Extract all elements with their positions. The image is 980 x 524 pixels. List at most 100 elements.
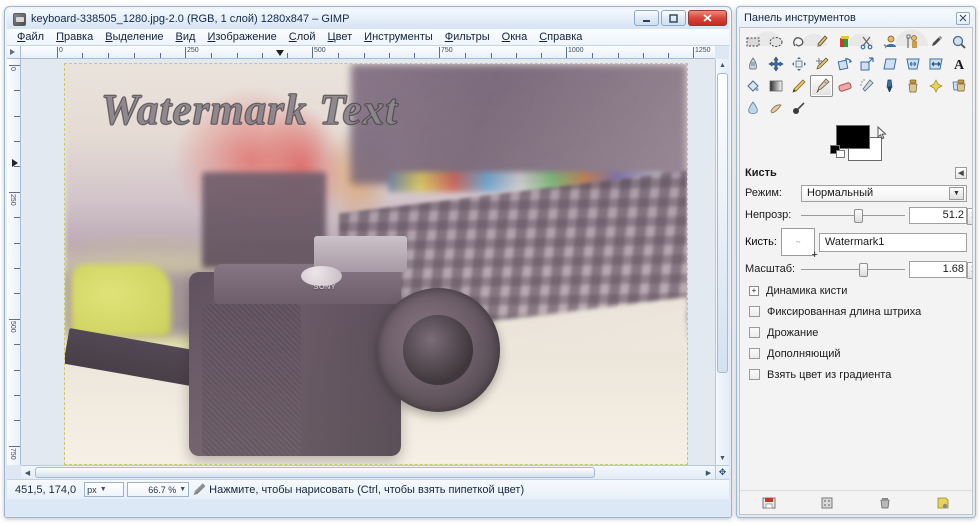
tool-pencil[interactable] xyxy=(788,75,811,97)
tool-rotate[interactable] xyxy=(833,53,856,75)
window-titlebar[interactable]: keyboard-338505_1280.jpg-2.0 (RGB, 1 сло… xyxy=(7,9,729,29)
menu-item-view[interactable]: Вид xyxy=(170,30,202,44)
chevron-down-icon[interactable]: ▼ xyxy=(949,186,964,200)
mode-select[interactable]: Нормальный ▼ xyxy=(801,184,967,202)
tool-ellipse-select[interactable] xyxy=(765,31,788,53)
tool-blur-sharpen[interactable] xyxy=(742,97,765,119)
incremental-row[interactable]: Дополняющий xyxy=(745,343,967,364)
scroll-right-icon[interactable]: ▶ xyxy=(702,466,715,479)
tool-smudge[interactable] xyxy=(765,97,788,119)
menu-item-layer[interactable]: Слой xyxy=(283,30,322,44)
brush-preview-button[interactable]: ~ + xyxy=(780,228,818,261)
tool-measure[interactable] xyxy=(742,53,765,75)
swap-colors-icon[interactable] xyxy=(836,150,845,158)
checkbox-icon[interactable] xyxy=(749,369,760,380)
menu-item-file[interactable]: Файл xyxy=(11,30,50,44)
tool-scale[interactable] xyxy=(856,53,879,75)
close-button[interactable] xyxy=(688,10,727,26)
scale-spinner[interactable]: 1.68 ▲▼ xyxy=(909,260,972,279)
tool-airbrush[interactable] xyxy=(856,75,879,97)
brush-dynamics-label: Динамика кисти xyxy=(766,284,848,297)
tool-alignment[interactable] xyxy=(788,53,811,75)
expander-icon[interactable]: + xyxy=(749,285,759,296)
save-tool-options-icon[interactable] xyxy=(760,494,778,511)
tool-free-select[interactable] xyxy=(788,31,811,53)
horizontal-ruler[interactable]: 0 250 500 750 1000 1250 xyxy=(21,46,715,59)
menu-item-image[interactable]: Изображение xyxy=(201,30,282,44)
menu-item-edit[interactable]: Правка xyxy=(50,30,99,44)
opacity-spinner[interactable]: 51.2 ▲▼ xyxy=(909,206,972,225)
tool-color-picker[interactable] xyxy=(924,31,947,53)
tool-perspective-clone[interactable] xyxy=(947,75,970,97)
spinner-arrows[interactable]: ▲▼ xyxy=(967,261,972,279)
brush-dynamics-row[interactable]: + Динамика кисти xyxy=(745,280,967,301)
vertical-ruler[interactable]: 0 250 500 750 xyxy=(7,59,21,465)
tool-zoom[interactable] xyxy=(947,31,970,53)
unit-selector[interactable]: px ▼ xyxy=(84,482,125,497)
tool-move[interactable] xyxy=(765,53,788,75)
close-icon[interactable] xyxy=(956,11,970,25)
tool-select-by-color[interactable] xyxy=(833,31,856,53)
tool-empty-1 xyxy=(810,97,833,119)
checkbox-icon[interactable] xyxy=(749,306,760,317)
vertical-scroll-thumb[interactable] xyxy=(717,73,728,373)
opacity-slider[interactable] xyxy=(801,207,905,224)
use-color-from-gradient-row[interactable]: Взять цвет из градиента xyxy=(745,364,967,385)
ruler-origin-button[interactable] xyxy=(7,46,21,59)
spinner-arrows[interactable]: ▲▼ xyxy=(967,207,972,225)
restore-tool-options-icon[interactable] xyxy=(818,494,836,511)
collapse-icon[interactable]: ◀ xyxy=(955,167,967,179)
tool-empty-4 xyxy=(879,97,902,119)
tool-clone[interactable] xyxy=(902,75,925,97)
tool-fuzzy-select[interactable] xyxy=(810,31,833,53)
menu-item-help[interactable]: Справка xyxy=(533,30,588,44)
zoom-selector[interactable]: 66.7 % ▼ xyxy=(127,482,190,497)
tool-crop[interactable] xyxy=(810,53,833,75)
brush-name-field[interactable]: Watermark1 xyxy=(818,232,967,252)
minimize-button[interactable] xyxy=(634,10,659,26)
scale-slider[interactable] xyxy=(801,261,905,278)
menu-item-filters[interactable]: Фильтры xyxy=(439,30,496,44)
tool-paths[interactable] xyxy=(902,31,925,53)
canvas-horizontal-scrollbar[interactable]: ◀ ▶ xyxy=(21,465,715,479)
jitter-row[interactable]: Дрожание xyxy=(745,322,967,343)
chevron-down-icon: ▼ xyxy=(179,486,187,493)
canvas-viewport[interactable]: SONY Watermark Text Watermark Text xyxy=(21,59,715,465)
scroll-up-icon[interactable]: ▲ xyxy=(716,59,729,72)
tool-shear[interactable] xyxy=(879,53,902,75)
slider-knob[interactable] xyxy=(854,208,864,223)
checkbox-icon[interactable] xyxy=(749,348,760,359)
tool-ink[interactable] xyxy=(879,75,902,97)
tool-rect-select[interactable] xyxy=(742,31,765,53)
menu-item-select[interactable]: Выделение xyxy=(99,30,169,44)
delete-tool-options-icon[interactable] xyxy=(876,494,894,511)
menu-item-tools[interactable]: Инструменты xyxy=(358,30,439,44)
scroll-down-icon[interactable]: ▼ xyxy=(716,452,729,465)
mouse-cursor-icon xyxy=(877,125,888,143)
tool-paintbrush[interactable] xyxy=(810,75,834,97)
menu-item-colors[interactable]: Цвет xyxy=(322,30,359,44)
foreground-color-swatch[interactable] xyxy=(836,125,870,149)
checkbox-icon[interactable] xyxy=(749,327,760,338)
tool-text[interactable]: A xyxy=(947,53,970,75)
tool-bucket-fill[interactable] xyxy=(742,75,765,97)
navigation-preview-button[interactable]: ✥ xyxy=(715,465,729,479)
canvas-vertical-scrollbar[interactable]: ▲ ▼ xyxy=(715,59,729,465)
reset-tool-options-icon[interactable] xyxy=(934,494,952,511)
menu-item-windows[interactable]: Окна xyxy=(496,30,534,44)
horizontal-scroll-thumb[interactable] xyxy=(35,467,595,478)
tool-scissors-select[interactable] xyxy=(856,31,879,53)
tool-eraser[interactable] xyxy=(833,75,856,97)
fixed-stroke-length-row[interactable]: Фиксированная длина штриха xyxy=(745,301,967,322)
image-canvas[interactable]: SONY Watermark Text Watermark Text xyxy=(64,63,688,465)
scroll-left-icon[interactable]: ◀ xyxy=(21,466,34,479)
tool-foreground-select[interactable] xyxy=(879,31,902,53)
tool-perspective[interactable] xyxy=(902,53,925,75)
tool-dodge-burn[interactable] xyxy=(788,97,811,119)
tool-flip[interactable] xyxy=(924,53,947,75)
maximize-button[interactable] xyxy=(661,10,686,26)
toolbox-titlebar[interactable]: Панель инструментов xyxy=(739,9,973,27)
tool-heal[interactable] xyxy=(924,75,947,97)
slider-knob[interactable] xyxy=(859,262,869,277)
tool-gradient[interactable] xyxy=(765,75,788,97)
